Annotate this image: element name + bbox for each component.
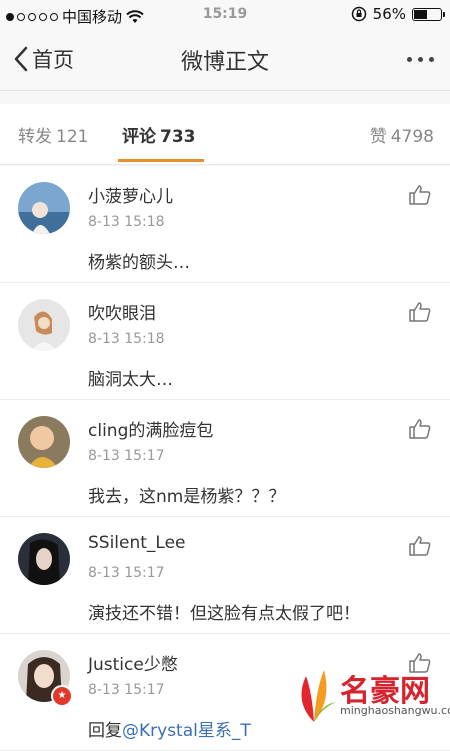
comment-item: cling的满脸痘包 8-13 15:17 我去，这nm是杨紫？？？ [0, 400, 450, 517]
status-right: 56% [351, 5, 445, 23]
leaf-logo-icon [301, 670, 336, 722]
comment-time: 8-13 15:17 [88, 682, 165, 698]
tab-repost-count: 121 [56, 127, 89, 147]
comment-username[interactable]: 吹吹眼泪 [88, 299, 156, 324]
site-watermark: 名豪网 minghaoshangwu.com [292, 660, 450, 730]
like-thumb-icon[interactable] [408, 418, 432, 440]
avatar[interactable] [18, 533, 70, 585]
tab-comment-count: 733 [160, 127, 196, 147]
tab-like-count: 4798 [390, 127, 434, 147]
comment-item: 小菠萝心儿 8-13 15:18 杨紫的额头… [0, 166, 450, 283]
tab-like-label: 赞 [369, 127, 387, 147]
comment-username[interactable]: 小菠萝心儿 [88, 182, 173, 207]
comment-username[interactable]: cling的满脸痘包 [88, 416, 213, 441]
reply-prefix: 回复 [88, 721, 122, 741]
more-options-icon[interactable] [407, 57, 434, 62]
orientation-lock-icon [351, 6, 366, 22]
tab-bar: 转发 121 评论 733 赞 4798 [0, 104, 450, 165]
comment-text: 杨紫的额头… [88, 253, 190, 273]
tab-comment[interactable]: 评论 733 [122, 122, 196, 147]
active-tab-indicator [118, 159, 204, 162]
like-thumb-icon[interactable] [408, 301, 432, 323]
comment-time: 8-13 15:17 [88, 448, 165, 464]
comment-item: SSilent_Lee 8-13 15:17 演技还不错！但这脸有点太假了吧！ [0, 517, 450, 634]
like-thumb-icon[interactable] [408, 535, 432, 557]
comment-text: 回复@Krystal星系_T [88, 716, 251, 741]
watermark-url: minghaoshangwu.com [340, 704, 450, 717]
comment-username[interactable]: Justice少憋 [88, 650, 178, 675]
mention-link[interactable]: @Krystal星系_T [122, 721, 251, 741]
comment-text: 演技还不错！但这脸有点太假了吧！ [88, 604, 360, 624]
tab-like[interactable]: 赞 4798 [370, 122, 434, 147]
verified-badge-icon: ★ [51, 685, 73, 707]
tab-repost-label: 转发 [18, 127, 52, 147]
navigation-bar: 首页 微博正文 [0, 30, 450, 91]
comment-time: 8-13 15:17 [88, 565, 165, 581]
page-title: 微博正文 [180, 50, 269, 75]
battery-percent: 56% [372, 5, 406, 23]
status-bar: 中国移动 15:19 56% [0, 0, 450, 30]
comment-time: 8-13 15:18 [88, 331, 165, 347]
avatar[interactable] [18, 299, 70, 351]
avatar[interactable] [18, 182, 70, 234]
comment-username[interactable]: SSilent_Lee [88, 533, 186, 553]
tab-comment-label: 评论 [122, 127, 156, 147]
tab-repost[interactable]: 转发 121 [18, 122, 88, 147]
like-thumb-icon[interactable] [408, 184, 432, 206]
avatar[interactable] [18, 416, 70, 468]
comment-text: 脑洞太大… [88, 370, 173, 390]
comment-time: 8-13 15:18 [88, 214, 165, 230]
battery-icon [412, 7, 445, 21]
comment-text: 我去，这nm是杨紫？？？ [88, 487, 286, 507]
comment-item: 吹吹眼泪 8-13 15:18 脑洞太大… [0, 283, 450, 400]
